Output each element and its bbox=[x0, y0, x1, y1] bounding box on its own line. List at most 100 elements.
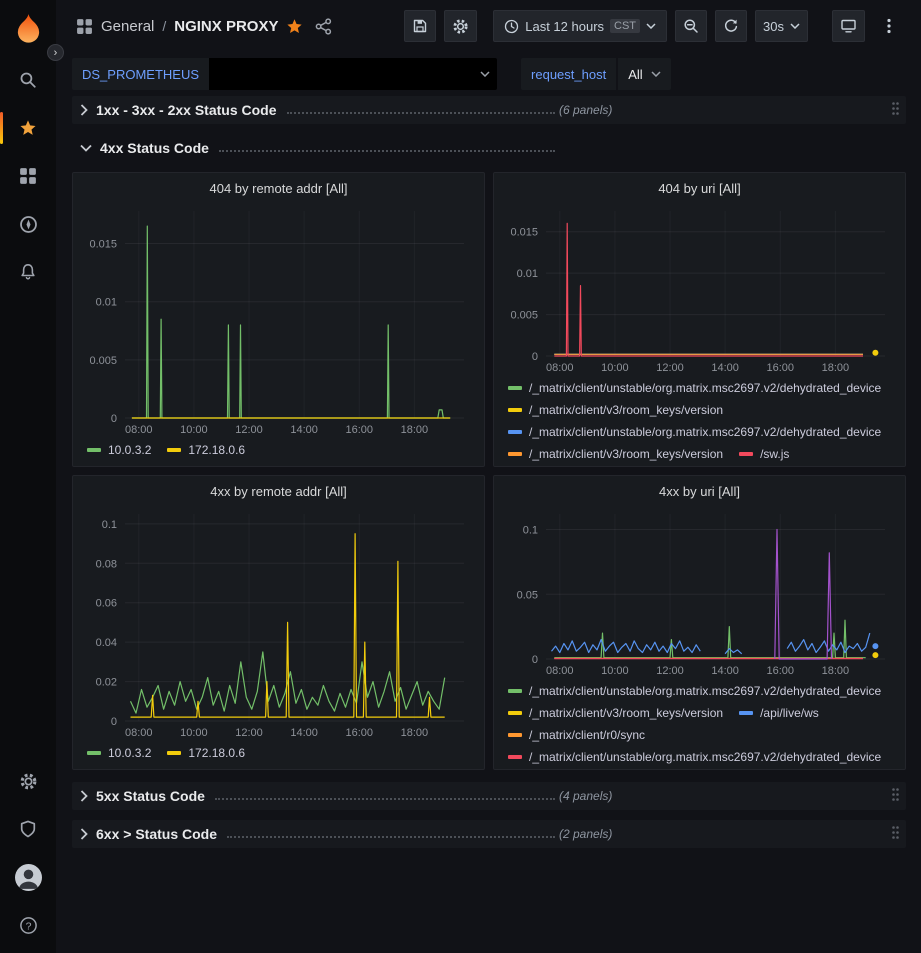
chevron-down-icon bbox=[646, 23, 656, 29]
svg-text:10:00: 10:00 bbox=[601, 362, 629, 374]
panel-header[interactable]: 404 by remote addr [All] bbox=[73, 173, 484, 203]
chart-svg: 00.0050.010.01508:0010:0012:0014:0016:00… bbox=[500, 203, 899, 376]
row-header-4xx[interactable]: 4xx Status Code bbox=[72, 134, 906, 162]
legend-item[interactable]: /_matrix/client/unstable/org.matrix.msc2… bbox=[508, 747, 881, 765]
monitor-icon bbox=[840, 18, 857, 34]
request-host-variable-dropdown[interactable]: All bbox=[618, 58, 670, 90]
more-options-button[interactable] bbox=[873, 10, 905, 42]
legend-label: /sw.js bbox=[760, 444, 789, 462]
panel-header[interactable]: 4xx by uri [All] bbox=[494, 476, 905, 506]
panel-404-by-remote-addr: 404 by remote addr [All] 00.0050.010.015… bbox=[72, 172, 485, 467]
panel-4xx-by-remote-addr: 4xx by remote addr [All] 00.020.040.060.… bbox=[72, 475, 485, 770]
time-series-chart[interactable]: 00.020.040.060.080.108:0010:0012:0014:00… bbox=[79, 506, 478, 741]
legend-item[interactable]: /_matrix/client/unstable/org.matrix.msc2… bbox=[508, 378, 881, 398]
shield-icon bbox=[19, 820, 37, 838]
legend-item[interactable]: 172.18.0.6 bbox=[167, 440, 245, 460]
svg-text:?: ? bbox=[25, 920, 31, 932]
search-icon bbox=[19, 71, 37, 89]
row-header-6xx[interactable]: 6xx > Status Code (2 panels) bbox=[72, 820, 906, 848]
dashboard-settings-button[interactable] bbox=[444, 10, 477, 42]
row-left: 6xx > Status Code bbox=[72, 826, 559, 842]
request-host-variable-label[interactable]: request_host bbox=[521, 58, 616, 90]
help-icon: ? bbox=[19, 916, 38, 935]
time-range-picker[interactable]: Last 12 hours CST bbox=[493, 10, 667, 42]
row-panel-count: (2 panels) bbox=[559, 827, 612, 841]
row-title: 4xx Status Code bbox=[100, 140, 209, 156]
row-left: 4xx Status Code bbox=[72, 140, 559, 156]
sidebar-spacer bbox=[0, 296, 56, 757]
sidebar-item-explore[interactable] bbox=[0, 200, 56, 248]
legend-item[interactable]: 10.0.3.2 bbox=[87, 743, 151, 763]
legend-color-marker bbox=[508, 755, 522, 759]
sidebar-item-alerting[interactable] bbox=[0, 248, 56, 296]
legend-color-marker bbox=[508, 689, 522, 693]
legend-label: 172.18.0.6 bbox=[188, 440, 245, 460]
legend-item[interactable]: /_matrix/client/v3/room_keys/version bbox=[508, 703, 723, 723]
legend-label: /_matrix/client/unstable/org.matrix.msc2… bbox=[529, 422, 881, 442]
legend-item[interactable]: /_matrix/client/unstable/org.matrix.msc2… bbox=[508, 681, 881, 701]
refresh-button[interactable] bbox=[715, 10, 747, 42]
legend-label: /_matrix/client/unstable/org.matrix.msc2… bbox=[529, 378, 881, 398]
row-left: 1xx - 3xx - 2xx Status Code bbox=[72, 102, 559, 118]
panel-header[interactable]: 404 by uri [All] bbox=[494, 173, 905, 203]
sidebar-item-configuration[interactable] bbox=[0, 757, 56, 805]
refresh-interval-dropdown[interactable]: 30s bbox=[755, 10, 808, 42]
legend-item[interactable]: /api/live/ws bbox=[739, 703, 819, 723]
sidebar-expand-button[interactable]: › bbox=[47, 44, 64, 61]
legend-item[interactable]: /_matrix/client/r0/sync bbox=[508, 725, 645, 745]
legend-item[interactable]: 10.0.3.2 bbox=[87, 440, 151, 460]
svg-text:0: 0 bbox=[111, 413, 117, 425]
chart-svg: 00.020.040.060.080.108:0010:0012:0014:00… bbox=[79, 506, 478, 741]
panel-title: 404 by uri [All] bbox=[658, 181, 740, 196]
row-panel-count: (4 panels) bbox=[559, 789, 612, 803]
svg-text:08:00: 08:00 bbox=[125, 727, 153, 739]
time-range-label: Last 12 hours bbox=[525, 19, 604, 34]
svg-text:18:00: 18:00 bbox=[401, 727, 429, 739]
time-series-chart[interactable]: 00.0050.010.01508:0010:0012:0014:0016:00… bbox=[79, 203, 478, 438]
legend-item[interactable]: /_matrix/client/unstable/org.matrix.msc2… bbox=[508, 422, 881, 442]
sidebar-item-starred[interactable] bbox=[0, 104, 56, 152]
svg-text:0.005: 0.005 bbox=[89, 355, 117, 367]
svg-text:0.06: 0.06 bbox=[96, 598, 117, 610]
row-header-1xx-3xx-2xx[interactable]: 1xx - 3xx - 2xx Status Code (6 panels) bbox=[72, 96, 906, 124]
svg-text:18:00: 18:00 bbox=[822, 665, 850, 677]
row-header-5xx[interactable]: 5xx Status Code (4 panels) bbox=[72, 782, 906, 810]
row-drag-handle[interactable] bbox=[891, 825, 900, 843]
sidebar-item-search[interactable] bbox=[0, 56, 56, 104]
legend-item[interactable]: 172.18.0.6 bbox=[167, 743, 245, 763]
datasource-variable-dropdown[interactable] bbox=[209, 58, 497, 90]
kebab-menu-icon bbox=[887, 18, 891, 34]
breadcrumb-section[interactable]: General bbox=[101, 18, 154, 35]
zoom-out-button[interactable] bbox=[675, 10, 707, 42]
row-drag-handle[interactable] bbox=[891, 787, 900, 805]
svg-text:0.1: 0.1 bbox=[102, 519, 117, 531]
favorite-star-icon[interactable] bbox=[286, 18, 303, 35]
time-series-chart[interactable]: 00.0050.010.01508:0010:0012:0014:0016:00… bbox=[500, 203, 899, 376]
panel-title: 4xx by uri [All] bbox=[659, 484, 740, 499]
sidebar-item-help[interactable]: ? bbox=[0, 901, 56, 949]
legend-item[interactable]: /_matrix/client/v3/room_keys/version bbox=[508, 444, 723, 462]
row-dots bbox=[287, 106, 555, 114]
tv-mode-button[interactable] bbox=[832, 10, 865, 42]
legend-item[interactable]: /_matrix/client/v3/room_keys/version bbox=[508, 400, 723, 420]
time-series-chart[interactable]: 00.050.108:0010:0012:0014:0016:0018:00 bbox=[500, 506, 899, 679]
dashboard-title[interactable]: NGINX PROXY bbox=[174, 18, 278, 35]
share-icon[interactable] bbox=[315, 18, 332, 35]
legend-item[interactable]: /sw.js bbox=[739, 444, 789, 462]
chart-legend: 10.0.3.2 172.18.0.6 bbox=[79, 741, 478, 765]
svg-text:0.08: 0.08 bbox=[96, 558, 117, 570]
sidebar-item-profile[interactable] bbox=[0, 853, 56, 901]
legend-color-marker bbox=[87, 751, 101, 755]
sidebar-item-server-admin[interactable] bbox=[0, 805, 56, 853]
sidebar-item-dashboards[interactable] bbox=[0, 152, 56, 200]
datasource-variable-label[interactable]: DS_PROMETHEUS bbox=[72, 58, 209, 90]
svg-text:14:00: 14:00 bbox=[290, 727, 318, 739]
save-dashboard-button[interactable] bbox=[404, 10, 436, 42]
panel-header[interactable]: 4xx by remote addr [All] bbox=[73, 476, 484, 506]
chevron-down-icon bbox=[80, 144, 92, 152]
row-drag-handle[interactable] bbox=[891, 101, 900, 119]
legend-color-marker bbox=[739, 452, 753, 456]
breadcrumb: General / NGINX PROXY bbox=[76, 18, 332, 35]
panel-body: 00.050.108:0010:0012:0014:0016:0018:00 /… bbox=[494, 506, 905, 769]
zoom-out-icon bbox=[683, 18, 699, 34]
